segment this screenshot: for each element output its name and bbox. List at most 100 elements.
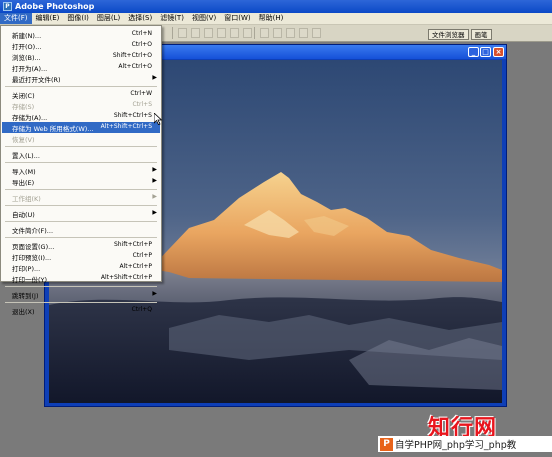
- menu-item-shortcut: Shift+Ctrl+S: [113, 112, 152, 119]
- menu-separator: [5, 189, 157, 190]
- distribute-icon[interactable]: [299, 28, 308, 38]
- file-menu: 新建(N)... Ctrl+N 打开(O)... Ctrl+O 浏览(B)... Shif…: [0, 25, 162, 316]
- menu-item[interactable]: 窗口(W): [220, 13, 254, 24]
- file-menu-item[interactable]: 导出(E) ▶: [2, 176, 160, 187]
- menu-item[interactable]: 选择(S): [124, 13, 156, 24]
- file-menu-item[interactable]: 自动(U) ▶: [2, 208, 160, 219]
- file-menu-item[interactable]: 跳转到(J) ▶: [2, 289, 160, 300]
- menu-item-label: 自动(U): [12, 211, 35, 219]
- file-menu-item[interactable]: 打印一份(Y) Alt+Shift+Ctrl+P: [2, 273, 160, 284]
- watermark-bar: P 自学PHP网_php学习_php教: [378, 436, 552, 452]
- menu-item[interactable]: 文件(F): [0, 13, 32, 24]
- menu-item-label: 打印预览(I)...: [12, 254, 52, 262]
- distribute-icon[interactable]: [260, 28, 269, 38]
- file-menu-item[interactable]: 浏览(B)... Shift+Ctrl+O: [2, 51, 160, 62]
- menu-item-shortcut: Ctrl+W: [130, 90, 152, 97]
- distribute-icon[interactable]: [312, 28, 321, 38]
- menu-item-shortcut: Alt+Shift+Ctrl+S: [100, 123, 152, 130]
- menu-separator: [5, 221, 157, 222]
- submenu-arrow-icon: ▶: [152, 193, 157, 200]
- menu-separator: [5, 162, 157, 163]
- menu-item[interactable]: 视图(V): [188, 13, 220, 24]
- file-menu-item[interactable]: 置入(L)...: [2, 149, 160, 160]
- menu-item-label: 页面设置(G)...: [12, 243, 55, 251]
- menu-item-shortcut: Alt+Ctrl+P: [119, 263, 152, 270]
- file-menu-item[interactable]: 存储为(A)... Shift+Ctrl+S: [2, 111, 160, 122]
- menu-item-shortcut: Shift+Ctrl+O: [112, 52, 152, 59]
- menu-item-label: 打开为(A)...: [12, 65, 48, 73]
- menu-item-label: 新建(N)...: [12, 32, 42, 40]
- palette-well: 文件浏览器 画笔: [428, 29, 492, 40]
- watermark-bar-text: 自学PHP网_php学习_php教: [395, 440, 517, 451]
- menu-item[interactable]: 帮助(H): [255, 13, 288, 24]
- menu-item-label: 退出(X): [12, 308, 35, 316]
- align-icon[interactable]: [191, 28, 200, 38]
- file-menu-item[interactable]: 打开为(A)... Alt+Ctrl+O: [2, 62, 160, 73]
- menu-item-shortcut: Alt+Ctrl+O: [118, 63, 152, 70]
- menubar: 文件(F) 编辑(E) 图像(I) 图层(L) 选择(S) 滤镜(T) 视图(V) 窗口(W)…: [0, 13, 552, 25]
- menu-item[interactable]: 图像(I): [63, 13, 93, 24]
- menu-item-label: 存储为(A)...: [12, 114, 48, 122]
- toolbar-separator: [172, 27, 173, 39]
- menu-item[interactable]: 图层(L): [93, 13, 124, 24]
- close-icon[interactable]: ×: [493, 47, 504, 57]
- file-menu-item[interactable]: 打印(P)... Alt+Ctrl+P: [2, 262, 160, 273]
- file-menu-item[interactable]: 关闭(C) Ctrl+W: [2, 89, 160, 100]
- menu-separator: [5, 237, 157, 238]
- distribute-icon[interactable]: [286, 28, 295, 38]
- menu-item-shortcut: Ctrl+S: [132, 101, 152, 108]
- menu-item-label: 导出(E): [12, 179, 35, 187]
- tab-file-browser[interactable]: 文件浏览器: [428, 29, 469, 40]
- submenu-arrow-icon: ▶: [152, 290, 157, 297]
- align-icon[interactable]: [204, 28, 213, 38]
- menu-item-label: 打开(O)...: [12, 43, 42, 51]
- align-icon[interactable]: [243, 28, 252, 38]
- align-icon[interactable]: [178, 28, 187, 38]
- menu-item-shortcut: Alt+Shift+Ctrl+P: [100, 274, 152, 281]
- file-menu-item[interactable]: 打印预览(I)... Ctrl+P: [2, 251, 160, 262]
- maximize-icon[interactable]: □: [480, 47, 491, 57]
- mouse-cursor-icon: [154, 113, 162, 125]
- submenu-arrow-icon: ▶: [152, 166, 157, 173]
- menu-item-label: 关闭(C): [12, 92, 35, 100]
- file-menu-item: 恢复(V): [2, 133, 160, 144]
- file-menu-item[interactable]: 新建(N)... Ctrl+N: [2, 29, 160, 40]
- menu-item-label: 打印(P)...: [12, 265, 41, 273]
- distribute-icon[interactable]: [273, 28, 282, 38]
- file-menu-item[interactable]: 页面设置(G)... Shift+Ctrl+P: [2, 240, 160, 251]
- file-menu-item[interactable]: 退出(X) Ctrl+Q: [2, 305, 160, 316]
- file-menu-item[interactable]: 文件简介(F)...: [2, 224, 160, 235]
- tab-brushes[interactable]: 画笔: [470, 29, 492, 40]
- menu-separator: [5, 302, 157, 303]
- menu-item-label: 存储(S): [12, 103, 35, 111]
- menu-separator: [5, 205, 157, 206]
- menu-item-shortcut: Shift+Ctrl+P: [114, 241, 152, 248]
- menu-item-label: 跳转到(J): [12, 292, 39, 300]
- menu-item-label: 存储为 Web 所用格式(W)...: [12, 125, 94, 133]
- menu-item[interactable]: 滤镜(T): [156, 13, 188, 24]
- toolbar-separator: [254, 27, 255, 39]
- menu-item[interactable]: 编辑(E): [32, 13, 64, 24]
- file-menu-item[interactable]: 最近打开文件(R) ▶: [2, 73, 160, 84]
- minimize-icon[interactable]: _: [468, 47, 479, 57]
- photoshop-app-icon: P: [3, 2, 12, 11]
- menu-item-label: 打印一份(Y): [12, 276, 48, 284]
- app-titlebar: P Adobe Photoshop: [0, 0, 552, 13]
- align-icon[interactable]: [217, 28, 226, 38]
- file-menu-item[interactable]: 导入(M) ▶: [2, 165, 160, 176]
- submenu-arrow-icon: ▶: [152, 209, 157, 216]
- watermark-logo: P: [380, 437, 393, 451]
- menu-item-label: 置入(L)...: [12, 152, 40, 160]
- menu-separator: [5, 146, 157, 147]
- file-menu-item[interactable]: 打开(O)... Ctrl+O: [2, 40, 160, 51]
- menu-separator: [5, 86, 157, 87]
- menu-item-label: 文件简介(F)...: [12, 227, 54, 235]
- align-icon[interactable]: [230, 28, 239, 38]
- submenu-arrow-icon: ▶: [152, 177, 157, 184]
- file-menu-item: 工作组(K) ▶: [2, 192, 160, 203]
- menu-item-shortcut: Ctrl+O: [131, 41, 152, 48]
- menu-item-label: 导入(M): [12, 168, 36, 176]
- submenu-arrow-icon: ▶: [152, 74, 157, 81]
- menu-separator: [5, 286, 157, 287]
- file-menu-item[interactable]: 存储为 Web 所用格式(W)... Alt+Shift+Ctrl+S: [2, 122, 160, 133]
